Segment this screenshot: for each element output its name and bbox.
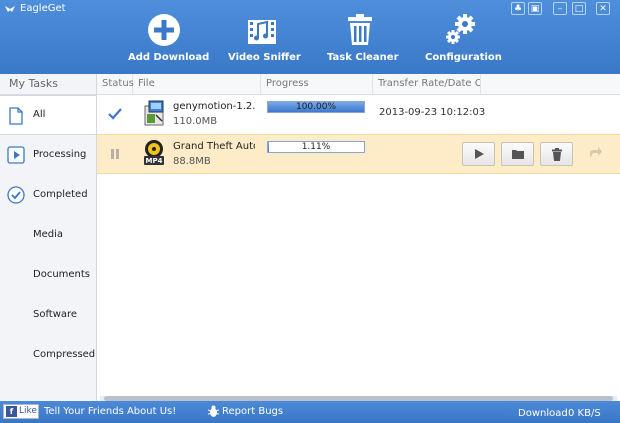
pause-icon [111, 149, 119, 159]
file-size: 88.8MB [173, 156, 211, 167]
check-icon [108, 108, 122, 120]
column-header-status[interactable]: Status [97, 74, 134, 94]
completed-date: 2013-09-23 10:12:03 [379, 107, 486, 118]
sidebar-item-label: All [33, 109, 46, 120]
eagleget-logo-icon [5, 6, 15, 12]
add-icon [148, 14, 180, 46]
share-icon[interactable] [589, 147, 603, 159]
trash-icon [551, 148, 562, 161]
video-sniffer-label: Video Sniffer [228, 52, 301, 63]
sidebar-item-documents[interactable]: Documents [0, 255, 96, 295]
sidebar-item-label: Software [33, 309, 78, 320]
delete-button[interactable] [540, 142, 573, 166]
configuration-button[interactable]: Configuration [425, 12, 502, 70]
table-row[interactable]: MP4 Grand Theft Auto V 88.8MB 1.11% [97, 134, 620, 174]
sidebar-item-processing[interactable]: Processing [0, 135, 96, 175]
facebook-icon: f [6, 406, 17, 417]
check-circle-icon [7, 186, 25, 204]
tell-friends-link[interactable]: Tell Your Friends About Us! [44, 406, 176, 417]
add-download-button[interactable]: Add Download [128, 12, 210, 70]
table-row[interactable]: genymotion-1.2.1-v 110.0MB 100.00% 2013-… [97, 95, 620, 133]
progress-bar: 100.00% [267, 101, 365, 113]
sidebar-item-completed[interactable]: Completed [0, 175, 96, 215]
eagleget-window: EagleGet ♣ ▣ – □ ✕ Add Download Video Sn… [0, 0, 620, 423]
mp4-icon-text: MP4 [146, 157, 163, 165]
minimize-button[interactable]: – [553, 2, 567, 15]
maximize-button[interactable]: □ [572, 2, 586, 15]
progress-bar: 1.11% [267, 141, 365, 153]
film-music-icon [248, 20, 276, 44]
sidebar-item-label: Media [33, 229, 64, 240]
settings-button[interactable]: ▣ [528, 2, 542, 15]
sidebar-item-label: Documents [33, 269, 91, 280]
title-bar[interactable]: EagleGet ♣ ▣ – □ ✕ [0, 0, 620, 18]
sidebar-item-compressed[interactable]: Compressed [0, 335, 96, 375]
video-sniffer-button[interactable]: Video Sniffer [228, 12, 301, 70]
download-label: Download [518, 408, 568, 419]
sidebar-item-label: Processing [33, 149, 87, 160]
bug-icon [207, 405, 220, 417]
file-name: genymotion-1.2.1-v [173, 101, 255, 112]
start-button[interactable] [462, 142, 495, 166]
progress-label: 1.11% [301, 142, 331, 152]
sidebar: My Tasks All Processing Completed Media [0, 74, 97, 401]
folder-icon [511, 150, 524, 159]
table-header: Status File Progress Transfer Rate/Date … [97, 74, 620, 95]
gears-icon [446, 14, 475, 44]
report-bugs-link[interactable]: Report Bugs [222, 406, 283, 417]
play-icon [474, 149, 484, 159]
configuration-label: Configuration [425, 52, 502, 63]
mp4-icon: MP4 [144, 140, 164, 165]
sidebar-item-media[interactable]: Media [0, 215, 96, 255]
skin-button[interactable]: ♣ [511, 2, 525, 15]
add-download-label: Add Download [128, 52, 210, 63]
toolbar: EagleGet ♣ ▣ – □ ✕ Add Download Video Sn… [0, 0, 620, 74]
sidebar-item-label: Completed [33, 189, 88, 200]
like-label: Like [19, 406, 37, 416]
sidebar-item-all[interactable]: All [0, 95, 96, 135]
settings-icon: ▣ [530, 4, 540, 14]
column-header-file[interactable]: File [133, 74, 261, 94]
close-button[interactable]: ✕ [596, 2, 610, 15]
skin-icon: ♣ [513, 4, 523, 14]
play-icon [7, 146, 25, 164]
file-size: 110.0MB [173, 116, 218, 127]
download-speed: 0 KB/S [568, 408, 601, 419]
document-icon [9, 107, 23, 125]
facebook-like-button[interactable]: f Like [3, 404, 39, 419]
close-icon: ✕ [599, 4, 607, 14]
status-bar: f Like Tell Your Friends About Us! Repor… [0, 401, 620, 423]
maximize-icon: □ [574, 4, 584, 14]
file-name: Grand Theft Auto V [173, 141, 255, 152]
task-cleaner-button[interactable]: Task Cleaner [327, 12, 399, 70]
sidebar-item-label: Compressed [33, 349, 96, 360]
window-title: EagleGet [20, 3, 66, 14]
minimize-icon: – [557, 4, 563, 14]
task-cleaner-label: Task Cleaner [327, 52, 399, 63]
progress-label: 100.00% [295, 102, 337, 112]
sidebar-item-software[interactable]: Software [0, 295, 96, 335]
installer-icon [144, 100, 164, 126]
column-header-rate[interactable]: Transfer Rate/Date Comp [373, 74, 481, 94]
open-folder-button[interactable] [501, 142, 534, 166]
sidebar-title: My Tasks [0, 74, 96, 95]
column-header-progress[interactable]: Progress [261, 74, 373, 94]
trash-icon [348, 14, 372, 45]
